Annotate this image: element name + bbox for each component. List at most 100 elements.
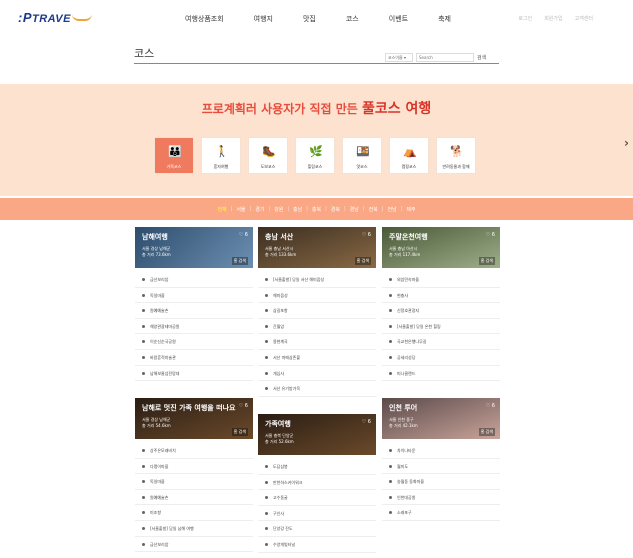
region-jeonnam[interactable]: 전남 <box>387 206 396 213</box>
search-button[interactable]: 검색 <box>477 54 486 61</box>
category-solo[interactable]: 🚶 혼자여행 <box>201 137 241 174</box>
list-item[interactable]: 서산 마애삼존불 <box>258 350 376 366</box>
list-item[interactable]: 구인사 <box>258 506 376 522</box>
region-gyeonggi[interactable]: 경기 <box>255 206 264 213</box>
chevron-right-icon[interactable]: › <box>624 136 629 150</box>
card-stop-list: 외암민속마을 현충사 신정호관광지 [서울출발] 당일 온천 힐링 곡교천은행나… <box>382 272 500 382</box>
list-item[interactable]: 공세리성당 <box>382 350 500 366</box>
category-label: 힐링코스 <box>307 164 323 169</box>
list-item[interactable]: 곡교천은행나무길 <box>382 334 500 350</box>
nav-item-courses[interactable]: 코스 <box>346 14 359 24</box>
heart-icon[interactable]: ♡ 6 <box>239 403 248 409</box>
list-item[interactable]: 금산보리암 <box>135 272 253 288</box>
search-input[interactable] <box>416 53 474 62</box>
list-item[interactable]: 수양개빛터널 <box>258 537 376 553</box>
region-gangwon[interactable]: 강원 <box>274 206 283 213</box>
search-type-select[interactable]: 코스이름 ▾ <box>385 53 413 62</box>
nav-item-destinations[interactable]: 여행지 <box>254 14 273 24</box>
heart-icon[interactable]: ♡ 6 <box>362 232 371 238</box>
support-link[interactable]: 고객센터 <box>575 15 593 22</box>
heart-icon[interactable]: ♡ 6 <box>486 232 495 238</box>
list-item[interactable]: 남해보물섬전망대 <box>135 366 253 382</box>
card-thumbnail[interactable]: 인천 투어 ♡ 6 서울 인천 중구 총 거리 42.1km 홈 검색 <box>382 398 500 439</box>
heart-icon[interactable]: ♡ 6 <box>239 232 248 238</box>
nav-item-restaurants[interactable]: 맛집 <box>303 14 316 24</box>
course-card[interactable]: 충남 서산 ♡ 6 서울 충남 서산시 총 거리 133.6km 홈 검색 [서… <box>258 227 376 397</box>
list-item[interactable]: 이순신순국공원 <box>135 334 253 350</box>
region-gyeongbuk[interactable]: 경북 <box>331 206 340 213</box>
course-card[interactable]: 남해로 멋진 가족 여행을 떠나요 ♡ 6 서울 경상 남해군 총 거리 54.… <box>135 398 253 553</box>
card-thumbnail[interactable]: 남해여행 ♡ 6 서울 경상 남해군 총 거리 73.6km 홈 검색 <box>135 227 253 268</box>
region-seoul[interactable]: 서울 <box>236 206 245 213</box>
list-item[interactable]: [서울출발] 당일 서산 해미읍성 <box>258 272 376 288</box>
signup-link[interactable]: 회원가입 <box>544 15 562 22</box>
category-walking[interactable]: 🥾 도보코스 <box>248 137 288 174</box>
category-healing[interactable]: 🌿 힐링코스 <box>295 137 335 174</box>
list-item[interactable]: 개심사 <box>258 366 376 382</box>
list-item[interactable]: [서울출발] 당일 남해 여행 <box>135 521 253 537</box>
nav-item-events[interactable]: 이벤트 <box>389 14 408 24</box>
list-item[interactable]: 삼길포항 <box>258 303 376 319</box>
list-item[interactable]: 외암민속마을 <box>382 272 500 288</box>
card-detail-button[interactable]: 홈 검색 <box>354 257 371 265</box>
list-item[interactable]: 월미도 <box>382 459 500 475</box>
category-camping[interactable]: ⛺ 캠핑코스 <box>389 137 429 174</box>
region-all[interactable]: 전체 <box>217 206 226 213</box>
list-item[interactable]: 차이나타운 <box>382 443 500 459</box>
list-item[interactable]: 고수동굴 <box>258 490 376 506</box>
login-link[interactable]: 로그인 <box>518 15 532 22</box>
course-card[interactable]: 남해여행 ♡ 6 서울 경상 남해군 총 거리 73.6km 홈 검색 금산보리… <box>135 227 253 382</box>
region-jeonbuk[interactable]: 전북 <box>369 206 378 213</box>
list-item[interactable]: 독일마을 <box>135 288 253 304</box>
list-item[interactable]: 서산 유기방가옥 <box>258 381 376 397</box>
walking-icon: 🥾 <box>262 144 276 158</box>
list-item[interactable]: [서울출발] 당일 온천 힐링 <box>382 319 500 335</box>
category-pet[interactable]: 🐕 반려동물과 함께 <box>436 137 476 174</box>
list-item[interactable]: 해양관광테마공원 <box>135 319 253 335</box>
card-thumbnail[interactable]: 주말온천여행 ♡ 6 서울 충남 아산시 총 거리 117.4km 홈 검색 <box>382 227 500 268</box>
card-detail-button[interactable]: 홈 검색 <box>478 257 495 265</box>
category-list: 👪 가족코스 🚶 혼자여행 🥾 도보코스 🌿 힐링코스 🍱 맛코스 ⛺ 캠핑코스… <box>154 137 483 174</box>
card-detail-button[interactable]: 홈 검색 <box>231 428 248 436</box>
card-distance: 총 거리 73.6km <box>142 252 171 257</box>
card-thumbnail[interactable]: 가족여행 ♡ 6 서울 충북 단양군 총 거리 52.6km <box>258 414 376 455</box>
list-item[interactable]: 단양강 잔도 <box>258 521 376 537</box>
list-item[interactable]: 도담삼봉 <box>258 459 376 475</box>
list-item[interactable]: 인천대공원 <box>382 490 500 506</box>
list-item[interactable]: 미조항 <box>135 505 253 521</box>
heart-icon[interactable]: ♡ 6 <box>362 419 371 425</box>
region-jeju[interactable]: 제주 <box>406 206 415 213</box>
region-chungbuk[interactable]: 충북 <box>312 206 321 213</box>
course-card[interactable]: 가족여행 ♡ 6 서울 충북 단양군 총 거리 52.6km 도담삼봉 만천하스… <box>258 414 376 553</box>
category-family[interactable]: 👪 가족코스 <box>154 137 194 174</box>
region-chungnam[interactable]: 충남 <box>293 206 302 213</box>
list-item[interactable]: 상주은모래비치 <box>135 443 253 459</box>
site-logo[interactable]: :PTRAVE <box>18 10 92 25</box>
list-item[interactable]: 송월동 동화마을 <box>382 474 500 490</box>
card-thumbnail[interactable]: 충남 서산 ♡ 6 서울 충남 서산시 총 거리 133.6km 홈 검색 <box>258 227 376 268</box>
category-food[interactable]: 🍱 맛코스 <box>342 137 382 174</box>
card-thumbnail[interactable]: 남해로 멋진 가족 여행을 떠나요 ♡ 6 서울 경상 남해군 총 거리 54.… <box>135 398 253 439</box>
list-item[interactable]: 용현계곡 <box>258 334 376 350</box>
course-card[interactable]: 인천 투어 ♡ 6 서울 인천 중구 총 거리 42.1km 홈 검색 차이나타… <box>382 398 500 521</box>
list-item[interactable]: 다랭이마을 <box>135 459 253 475</box>
list-item[interactable]: 해미읍성 <box>258 288 376 304</box>
nav-item-festivals[interactable]: 축제 <box>438 14 451 24</box>
list-item[interactable]: 소래포구 <box>382 505 500 521</box>
list-item[interactable]: 독일마을 <box>135 474 253 490</box>
list-item[interactable]: 피나클랜드 <box>382 366 500 382</box>
course-card[interactable]: 주말온천여행 ♡ 6 서울 충남 아산시 총 거리 117.4km 홈 검색 외… <box>382 227 500 382</box>
heart-icon[interactable]: ♡ 6 <box>486 403 495 409</box>
card-detail-button[interactable]: 홈 검색 <box>231 257 248 265</box>
list-item[interactable]: 만천하스카이워크 <box>258 475 376 491</box>
list-item[interactable]: 금산보리암 <box>135 537 253 553</box>
list-item[interactable]: 바람흔적미술관 <box>135 350 253 366</box>
list-item[interactable]: 원예예술촌 <box>135 490 253 506</box>
list-item[interactable]: 현충사 <box>382 288 500 304</box>
list-item[interactable]: 신정호관광지 <box>382 303 500 319</box>
list-item[interactable]: 간월암 <box>258 319 376 335</box>
nav-item-products[interactable]: 여행상품조회 <box>185 14 224 24</box>
region-gyeongnam[interactable]: 경남 <box>350 206 359 213</box>
card-detail-button[interactable]: 홈 검색 <box>478 428 495 436</box>
list-item[interactable]: 원예예술촌 <box>135 303 253 319</box>
